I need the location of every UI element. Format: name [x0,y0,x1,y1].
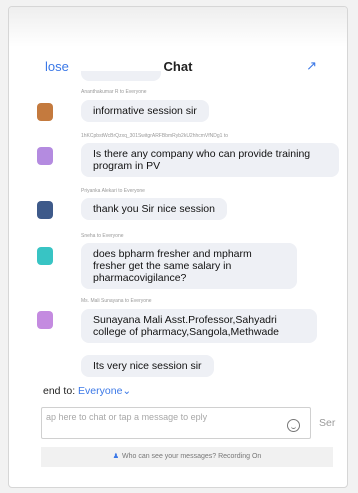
avatar [37,201,53,219]
send-to-selector[interactable]: end to: Everyone⌄ [43,385,131,397]
chat-header: lose Chat ↗ [9,55,347,79]
avatar [37,311,53,329]
chat-input-placeholder: ap here to chat or tap a message to eply [46,412,208,422]
message-sender: Sneha to Everyone [81,233,124,239]
avatar [37,247,53,265]
send-button[interactable]: Ser [319,417,335,429]
people-icon: ♟ [112,453,119,460]
message-bubble[interactable]: thank you Sir nice session [81,198,227,220]
message-bubble[interactable]: Sunayana Mali Asst.Professor,Sahyadri co… [81,309,317,343]
chat-panel: lose Chat ↗ Ananthakumar R to Everyone i… [8,6,348,488]
message-bubble[interactable]: informative session sir [81,100,209,122]
avatar [37,147,53,165]
recording-notice[interactable]: ♟ Who can see your messages? Recording On [41,447,333,467]
status-area [9,7,347,47]
chevron-down-icon[interactable]: ⌄ [122,385,131,397]
share-icon[interactable]: ↗ [306,58,317,74]
avatar [37,103,53,121]
message-sender: Ms. Mali Sunayana to Everyone [81,298,152,304]
message-sender: Priyanka Alekari to Everyone [81,188,145,194]
chat-title: Chat [163,59,193,74]
recording-notice-text: Who can see your messages? Recording On [121,453,262,460]
clipped-message-bubble [81,71,161,81]
send-to-label: end to: [43,385,76,397]
message-sender: 1hKCpbstWcBrQzxq_301SwitgrARFBbmRyb2kU2h… [81,133,228,139]
recipient-value[interactable]: Everyone [78,385,122,397]
message-bubble[interactable]: Its very nice session sir [81,355,214,377]
message-bubble[interactable]: does bpharm fresher and mpharm fresher g… [81,243,297,289]
emoji-icon[interactable] [287,419,300,432]
message-sender: Ananthakumar R to Everyone [81,89,147,95]
chat-input[interactable]: ap here to chat or tap a message to eply [41,407,311,439]
message-bubble[interactable]: Is there any company who can provide tra… [81,143,339,177]
